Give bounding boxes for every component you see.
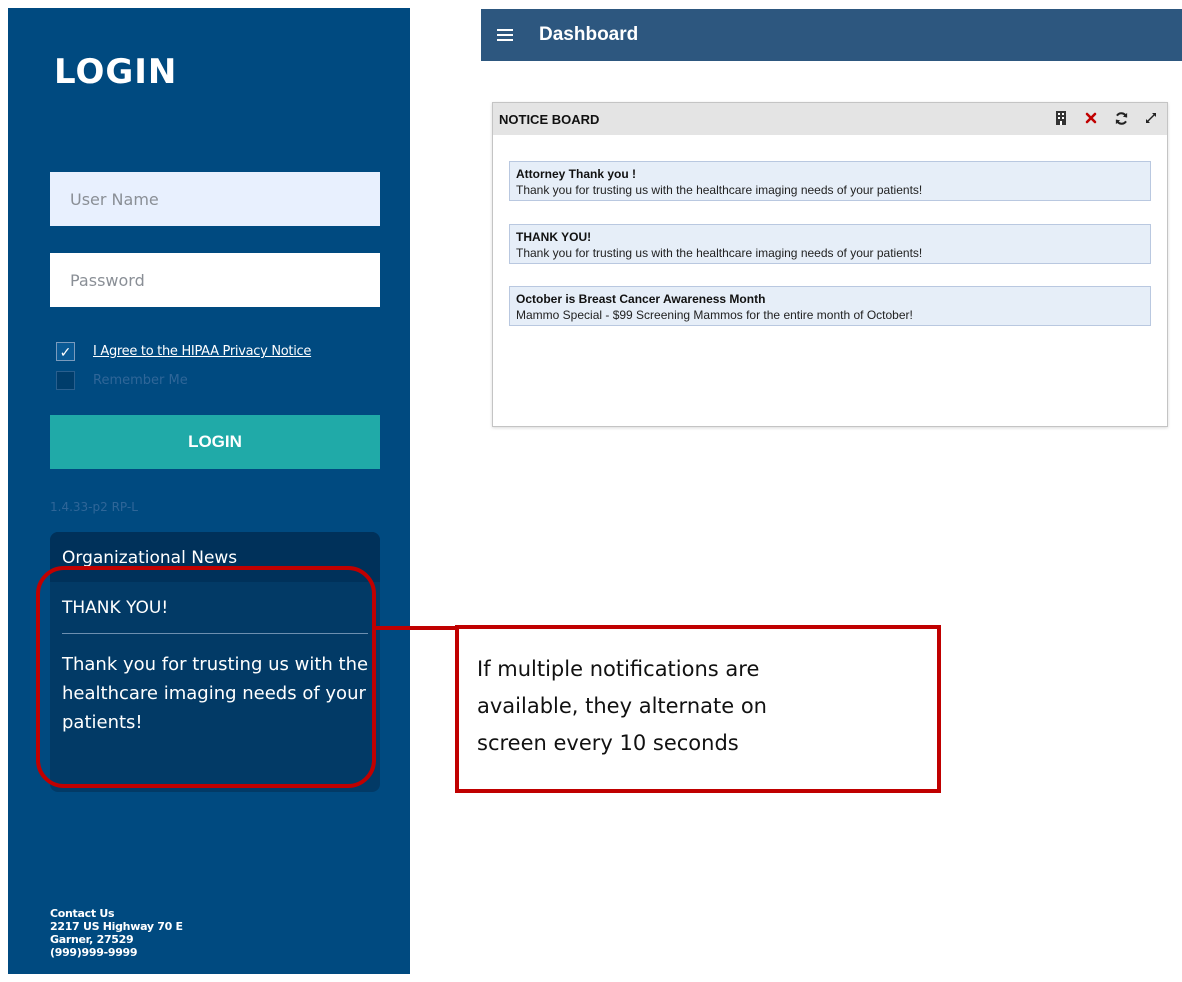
notice-item-title: THANK YOU!	[516, 230, 592, 244]
notice-item[interactable]: THANK YOU! Thank you for trusting us wit…	[509, 224, 1151, 264]
contact-address-line2: Garner, 27529	[50, 933, 134, 946]
contact-phone: (999)999-9999	[50, 946, 138, 959]
notice-item-body: Thank you for trusting us with the healt…	[516, 183, 923, 197]
hipaa-privacy-notice-link[interactable]: I Agree to the HIPAA Privacy Notice	[93, 344, 311, 359]
contact-address-line1: 2217 US Highway 70 E	[50, 920, 183, 933]
notice-item[interactable]: Attorney Thank you ! Thank you for trust…	[509, 161, 1151, 201]
password-input[interactable]	[50, 253, 380, 307]
version-text: 1.4.33-p2 RP-L	[50, 500, 138, 514]
notice-item[interactable]: October is Breast Cancer Awareness Month…	[509, 286, 1151, 326]
refresh-icon[interactable]	[1113, 109, 1129, 127]
notice-item-body: Mammo Special - $99 Screening Mammos for…	[516, 308, 913, 322]
remember-me-checkbox[interactable]	[56, 371, 75, 390]
close-icon[interactable]	[1083, 109, 1099, 127]
notice-item-title: Attorney Thank you !	[516, 167, 637, 181]
hipaa-agree-row: ✓ I Agree to the HIPAA Privacy Notice	[56, 342, 311, 361]
login-button[interactable]: LOGIN	[50, 415, 380, 469]
annotation-callout: If multiple notifications are available,…	[455, 625, 941, 793]
callout-line-3: screen every 10 seconds	[477, 731, 739, 755]
notice-item-title: October is Breast Cancer Awareness Month	[516, 292, 766, 306]
remember-me-label[interactable]: Remember Me	[93, 373, 188, 388]
remember-me-row: Remember Me	[56, 371, 188, 390]
notice-board-toolbar	[1053, 109, 1159, 127]
dashboard-title: Dashboard	[539, 24, 639, 45]
hipaa-agree-checkbox[interactable]: ✓	[56, 342, 75, 361]
callout-connector-line	[376, 626, 458, 630]
menu-icon[interactable]	[497, 29, 513, 41]
building-icon[interactable]	[1053, 109, 1069, 127]
notice-board-title: NOTICE BOARD	[499, 111, 600, 127]
notice-item-body: Thank you for trusting us with the healt…	[516, 246, 923, 260]
login-heading: LOGIN	[54, 52, 178, 92]
callout-line-2: available, they alternate on	[477, 694, 767, 718]
notice-board-header: NOTICE BOARD	[493, 103, 1167, 135]
contact-title: Contact Us	[50, 907, 115, 920]
username-input[interactable]	[50, 172, 380, 226]
dashboard-header: Dashboard	[481, 9, 1182, 61]
expand-icon[interactable]	[1143, 109, 1159, 127]
news-highlight-outline	[36, 566, 376, 788]
contact-info: Contact Us 2217 US Highway 70 E Garner, …	[50, 907, 183, 959]
login-panel: LOGIN ✓ I Agree to the HIPAA Privacy Not…	[8, 8, 410, 974]
callout-line-1: If multiple notifications are	[477, 657, 760, 681]
notice-board: NOTICE BOARD Attorney Thank you ! Thank …	[492, 102, 1168, 427]
